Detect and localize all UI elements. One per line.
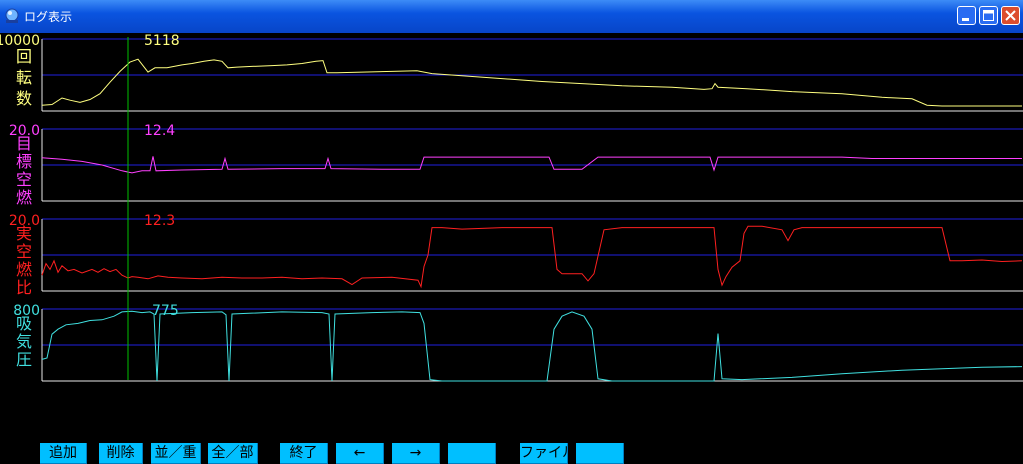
target-afr-caption-char: 空 [16,170,32,189]
target-afr-cursor-value: 12.4 [144,123,175,139]
maximize-button[interactable] [979,6,998,25]
intake-pressure-series-line [41,310,1023,382]
rpm-caption-char: 数 [16,89,32,108]
actual-afr-caption-char: 空 [16,242,32,261]
file-button[interactable]: ファイル [520,443,568,464]
actual-afr-caption-char: 燃 [16,260,32,279]
rpm-caption-char: 転 [16,68,32,87]
intake-pressure-caption-char: 圧 [16,350,32,369]
intake-pressure-cursor-value: 775 [152,303,179,319]
rpm-cursor-value: 5118 [144,33,180,49]
exit-button[interactable]: 終了 [280,443,328,464]
window-title: ログ表示 [24,10,73,24]
left-arrow-button[interactable]: ← [336,443,384,464]
blank-button-2[interactable] [576,443,624,464]
target-afr-caption-char: 燃 [16,188,32,207]
all-partial-button[interactable]: 全／部 [208,443,258,464]
log-graph[interactable]: 10000回転数511820.0目標空燃12.420.0実空燃比12.3800吸… [0,33,1023,443]
actual-afr-cursor-value: 12.3 [144,213,175,229]
app-icon [5,8,19,23]
actual-afr-caption-char: 実 [16,224,32,243]
close-icon [1005,10,1016,21]
actual-afr-caption-char: 比 [16,278,32,297]
intake-pressure-caption-char: 気 [16,332,32,351]
parallel-overlay-button[interactable]: 並／重 [151,443,201,464]
minimize-button[interactable] [957,6,976,25]
delete-button[interactable]: 削除 [99,443,143,464]
target-afr-caption-char: 目 [16,134,32,153]
maximize-icon [983,10,994,21]
right-arrow-button[interactable]: → [392,443,440,464]
intake-pressure-caption-char: 吸 [16,314,32,333]
blank-button-1[interactable] [448,443,496,464]
rpm-caption-char: 回 [16,47,32,66]
minimize-icon [962,18,969,21]
add-button[interactable]: 追加 [40,443,87,464]
rpm-series-line [41,58,1022,107]
target-afr-caption-char: 標 [16,152,32,171]
close-button[interactable] [1001,6,1020,25]
actual-afr-series-line [41,225,1023,289]
title-bar: ログ表示 [0,0,1023,33]
